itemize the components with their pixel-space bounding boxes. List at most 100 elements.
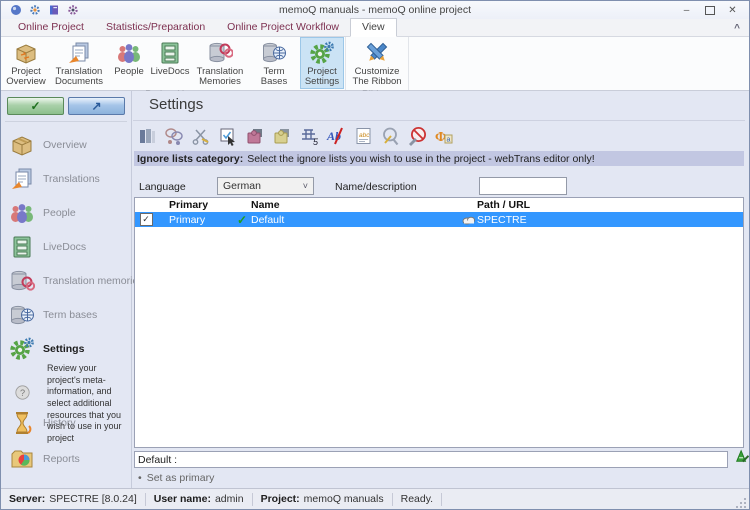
settings-gear-icon <box>9 336 35 362</box>
name-description-input[interactable] <box>479 177 567 195</box>
table-row[interactable]: ✓ Primary ✓ Default SPECTRE <box>135 212 743 227</box>
title-bar: memoQ manuals - memoQ online project – ✕ <box>1 1 749 19</box>
livedocs-icon <box>157 40 183 66</box>
quick-access-toolbar <box>1 4 79 16</box>
book-icon[interactable] <box>48 4 60 16</box>
memoq-window: memoQ manuals - memoQ online project – ✕… <box>0 0 750 510</box>
people-button[interactable]: People <box>110 37 148 89</box>
project-overview-button[interactable]: Project Overview <box>4 37 48 89</box>
sidebar: ✓ ↗ Overview Translations People LiveDoc… <box>1 91 132 488</box>
ribbon: Project Overview Translation Documents P… <box>1 37 749 91</box>
set-as-primary-row: • Set as primary <box>138 472 214 484</box>
project-settings-button[interactable]: Project Settings <box>300 37 344 89</box>
puzzle-light-icon[interactable] <box>271 125 293 147</box>
column-header-path-url[interactable]: Path / URL <box>477 199 743 211</box>
primary-check-icon: ✓ <box>233 213 251 227</box>
sidebar-item-overview[interactable]: Overview <box>9 131 87 159</box>
sidebar-item-translation-memories[interactable]: Translation memories <box>9 267 144 295</box>
spellcheck-icon[interactable]: Ab <box>325 125 347 147</box>
sidebar-item-translations[interactable]: Translations <box>9 165 100 193</box>
sidebar-item-livedocs[interactable]: LiveDocs <box>9 233 86 261</box>
books-icon[interactable] <box>136 125 158 147</box>
project-settings-icon <box>309 40 335 66</box>
maximize-button[interactable] <box>698 3 721 18</box>
help-icon[interactable]: ? <box>15 385 30 400</box>
term-bases-button[interactable]: Term Bases <box>248 37 300 89</box>
column-header-name[interactable]: Name <box>251 199 459 211</box>
translation-documents-icon <box>66 40 92 66</box>
heading-divider <box>133 120 745 121</box>
livedocs-button[interactable]: LiveDocs <box>148 37 192 89</box>
project-overview-icon <box>13 40 39 66</box>
collapse-ribbon-icon[interactable]: ^ <box>734 23 740 34</box>
window-controls: – ✕ <box>675 3 749 18</box>
chevron-down-icon: ˅ <box>303 181 308 191</box>
people-icon <box>116 40 142 66</box>
column-header-primary[interactable]: Primary <box>169 199 233 211</box>
tab-view[interactable]: View <box>350 18 397 37</box>
customize-ribbon-button[interactable]: Customize The Ribbon <box>347 37 407 89</box>
maximize-icon <box>705 6 715 15</box>
category-banner: Ignore lists category: Select the ignore… <box>134 151 744 166</box>
ribbon-tab-row: Online Project Statistics/Preparation On… <box>1 19 749 37</box>
font-phi-icon[interactable]: Φa <box>433 125 455 147</box>
sidebar-item-term-bases[interactable]: Term bases <box>9 301 97 329</box>
minimize-button[interactable]: – <box>675 3 698 18</box>
window-title: memoQ manuals - memoQ online project <box>1 4 749 16</box>
settings-category-toolbar: 5 Ab abc Φa <box>136 125 455 147</box>
svg-text:a: a <box>447 137 451 144</box>
sidebar-item-history[interactable]: History <box>9 409 76 437</box>
checkbox-pointer-icon[interactable] <box>217 125 239 147</box>
row-primary-cell: Primary <box>169 214 233 226</box>
term-bases-icon <box>9 302 35 328</box>
edit-a-pen-icon[interactable] <box>734 448 750 464</box>
filter-row: Language German ˅ Name/description <box>133 177 749 197</box>
sidebar-item-people[interactable]: People <box>9 199 76 227</box>
ignore-lists-table: Primary Name Path / URL ✓ Primary ✓ Defa… <box>134 197 744 448</box>
resize-grip[interactable] <box>735 497 747 509</box>
term-bases-icon <box>261 40 287 66</box>
number-five-icon[interactable]: 5 <box>298 125 320 147</box>
row-checkbox[interactable]: ✓ <box>140 213 153 226</box>
chat-people-icon[interactable] <box>163 125 185 147</box>
puzzle-dark-icon[interactable] <box>244 125 266 147</box>
language-dropdown[interactable]: German ˅ <box>217 177 314 195</box>
sidebar-item-settings[interactable]: Settings <box>9 335 84 363</box>
tab-online-project-workflow[interactable]: Online Project Workflow <box>216 19 350 36</box>
no-entry-pen-icon[interactable] <box>406 125 428 147</box>
svg-text:abc: abc <box>359 132 370 139</box>
tab-statistics-preparation[interactable]: Statistics/Preparation <box>95 19 216 36</box>
svg-text:5: 5 <box>313 137 319 146</box>
page-title: Settings <box>149 96 203 113</box>
category-banner-text: Select the ignore lists you wish to use … <box>247 153 594 165</box>
people-icon <box>9 200 35 226</box>
redo-arrow-icon: ↗ <box>91 99 101 113</box>
magnifier-icon[interactable] <box>379 125 401 147</box>
row-name-cell: Default <box>251 214 459 226</box>
refresh-button[interactable]: ↗ <box>68 97 125 115</box>
close-button[interactable]: ✕ <box>721 3 744 18</box>
tab-online-project[interactable]: Online Project <box>7 19 95 36</box>
description-editor[interactable]: Default : <box>134 451 728 468</box>
cloud-icon <box>459 215 477 225</box>
main-area: ✓ ↗ Overview Translations People LiveDoc… <box>1 91 749 488</box>
language-dropdown-value: German <box>223 180 261 192</box>
set-as-primary-link[interactable]: Set as primary <box>147 472 215 484</box>
status-bar: Server: SPECTRE [8.0.24] User name: admi… <box>1 488 749 509</box>
document-abc-icon[interactable]: abc <box>352 125 374 147</box>
ribbon-group-ribbon: Customize The Ribbon Ribbon <box>346 37 409 90</box>
overview-box-icon <box>9 132 35 158</box>
translation-documents-button[interactable]: Translation Documents <box>48 37 110 89</box>
status-server: Server: SPECTRE [8.0.24] <box>1 493 146 506</box>
confirm-button[interactable]: ✓ <box>7 97 64 115</box>
memoq-logo-icon[interactable] <box>10 4 22 16</box>
sidebar-item-reports[interactable]: Reports <box>9 445 80 473</box>
scissors-icon[interactable] <box>190 125 212 147</box>
translation-memories-button[interactable]: Translation Memories <box>192 37 248 89</box>
name-description-label: Name/description <box>335 181 417 193</box>
translation-memories-icon <box>9 268 35 294</box>
livedocs-icon <box>9 234 35 260</box>
gear-purple-icon[interactable] <box>67 4 79 16</box>
gear-blue-icon[interactable] <box>29 4 41 16</box>
row-path-cell: SPECTRE <box>477 214 743 226</box>
